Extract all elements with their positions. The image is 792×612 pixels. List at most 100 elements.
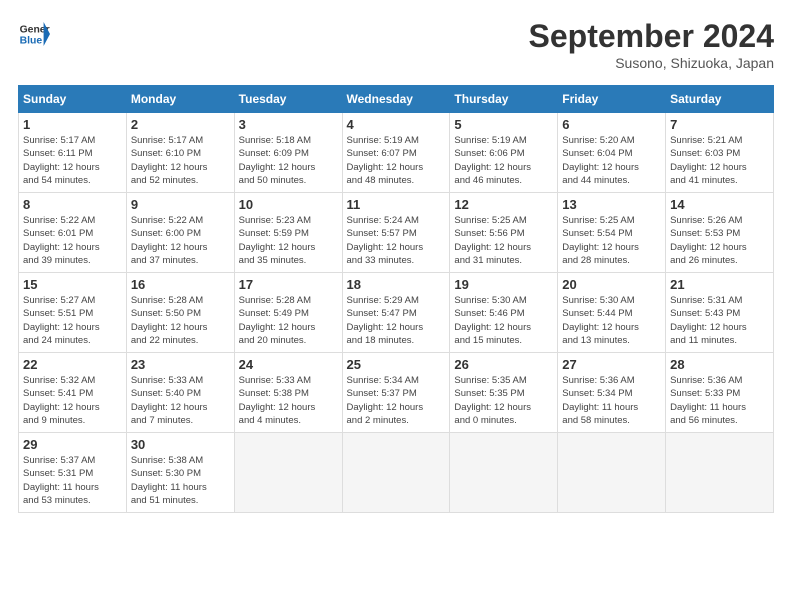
day-number: 28 (670, 357, 769, 372)
day-info: Sunrise: 5:31 AM Sunset: 5:43 PM Dayligh… (670, 294, 769, 347)
day-number: 19 (454, 277, 553, 292)
day-info: Sunrise: 5:25 AM Sunset: 5:54 PM Dayligh… (562, 214, 661, 267)
location-subtitle: Susono, Shizuoka, Japan (529, 55, 774, 71)
day-number: 7 (670, 117, 769, 132)
day-number: 5 (454, 117, 553, 132)
day-info: Sunrise: 5:19 AM Sunset: 6:06 PM Dayligh… (454, 134, 553, 187)
column-header-wednesday: Wednesday (342, 86, 450, 113)
calendar-cell: 4 Sunrise: 5:19 AM Sunset: 6:07 PM Daylig… (342, 113, 450, 193)
day-info: Sunrise: 5:30 AM Sunset: 5:46 PM Dayligh… (454, 294, 553, 347)
calendar-cell: 20Sunrise: 5:30 AM Sunset: 5:44 PM Dayli… (558, 273, 666, 353)
column-header-sunday: Sunday (19, 86, 127, 113)
day-number: 12 (454, 197, 553, 212)
calendar-cell: 13Sunrise: 5:25 AM Sunset: 5:54 PM Dayli… (558, 193, 666, 273)
day-number: 15 (23, 277, 122, 292)
column-header-thursday: Thursday (450, 86, 558, 113)
day-number: 30 (131, 437, 230, 452)
day-number: 20 (562, 277, 661, 292)
day-info: Sunrise: 5:27 AM Sunset: 5:51 PM Dayligh… (23, 294, 122, 347)
day-info: Sunrise: 5:28 AM Sunset: 5:50 PM Dayligh… (131, 294, 230, 347)
day-info: Sunrise: 5:17 AM Sunset: 6:11 PM Dayligh… (23, 134, 122, 187)
calendar-cell: 29 Sunrise: 5:37 AM Sunset: 5:31 PM Dayli… (19, 433, 127, 513)
calendar-cell: 17 Sunrise: 5:28 AM Sunset: 5:49 PM Dayli… (234, 273, 342, 353)
day-info: Sunrise: 5:19 AM Sunset: 6:07 PM Dayligh… (347, 134, 446, 187)
day-info: Sunrise: 5:26 AM Sunset: 5:53 PM Dayligh… (670, 214, 769, 267)
calendar-cell (450, 433, 558, 513)
calendar-cell: 15 Sunrise: 5:27 AM Sunset: 5:51 PM Dayli… (19, 273, 127, 353)
day-info: Sunrise: 5:21 AM Sunset: 6:03 PM Dayligh… (670, 134, 769, 187)
calendar-cell: 14 Sunrise: 5:26 AM Sunset: 5:53 PM Dayli… (666, 193, 774, 273)
calendar-cell: 28 Sunrise: 5:36 AM Sunset: 5:33 PM Dayli… (666, 353, 774, 433)
day-number: 3 (239, 117, 338, 132)
day-number: 6 (562, 117, 661, 132)
calendar-cell: 11 Sunrise: 5:24 AM Sunset: 5:57 PM Dayli… (342, 193, 450, 273)
day-number: 10 (239, 197, 338, 212)
calendar-cell: 26 Sunrise: 5:35 AM Sunset: 5:35 PM Dayli… (450, 353, 558, 433)
day-info: Sunrise: 5:23 AM Sunset: 5:59 PM Dayligh… (239, 214, 338, 267)
calendar-cell: 7 Sunrise: 5:21 AM Sunset: 6:03 PM Daylig… (666, 113, 774, 193)
calendar-cell: 21 Sunrise: 5:31 AM Sunset: 5:43 PM Dayli… (666, 273, 774, 353)
day-info: Sunrise: 5:17 AM Sunset: 6:10 PM Dayligh… (131, 134, 230, 187)
day-info: Sunrise: 5:33 AM Sunset: 5:40 PM Dayligh… (131, 374, 230, 427)
calendar-cell: 6 Sunrise: 5:20 AM Sunset: 6:04 PM Daylig… (558, 113, 666, 193)
day-info: Sunrise: 5:37 AM Sunset: 5:31 PM Dayligh… (23, 454, 122, 507)
day-info: Sunrise: 5:29 AM Sunset: 5:47 PM Dayligh… (347, 294, 446, 347)
day-info: Sunrise: 5:20 AM Sunset: 6:04 PM Dayligh… (562, 134, 661, 187)
calendar-cell (342, 433, 450, 513)
day-number: 18 (347, 277, 446, 292)
calendar-cell (234, 433, 342, 513)
calendar-cell: 8Sunrise: 5:22 AM Sunset: 6:01 PM Daylig… (19, 193, 127, 273)
day-info: Sunrise: 5:36 AM Sunset: 5:34 PM Dayligh… (562, 374, 661, 427)
day-number: 14 (670, 197, 769, 212)
calendar-cell: 2 Sunrise: 5:17 AM Sunset: 6:10 PM Daylig… (126, 113, 234, 193)
day-info: Sunrise: 5:18 AM Sunset: 6:09 PM Dayligh… (239, 134, 338, 187)
day-number: 16 (131, 277, 230, 292)
day-info: Sunrise: 5:35 AM Sunset: 5:35 PM Dayligh… (454, 374, 553, 427)
calendar-cell: 25 Sunrise: 5:34 AM Sunset: 5:37 PM Dayli… (342, 353, 450, 433)
day-number: 26 (454, 357, 553, 372)
calendar-cell: 19 Sunrise: 5:30 AM Sunset: 5:46 PM Dayli… (450, 273, 558, 353)
calendar-cell: 24 Sunrise: 5:33 AM Sunset: 5:38 PM Dayli… (234, 353, 342, 433)
calendar-cell: 27 Sunrise: 5:36 AM Sunset: 5:34 PM Dayli… (558, 353, 666, 433)
column-header-monday: Monday (126, 86, 234, 113)
day-info: Sunrise: 5:22 AM Sunset: 6:00 PM Dayligh… (131, 214, 230, 267)
day-number: 11 (347, 197, 446, 212)
calendar-week-4: 29 Sunrise: 5:37 AM Sunset: 5:31 PM Dayli… (19, 433, 774, 513)
day-info: Sunrise: 5:24 AM Sunset: 5:57 PM Dayligh… (347, 214, 446, 267)
day-number: 21 (670, 277, 769, 292)
calendar-cell: 1Sunrise: 5:17 AM Sunset: 6:11 PM Daylig… (19, 113, 127, 193)
day-info: Sunrise: 5:25 AM Sunset: 5:56 PM Dayligh… (454, 214, 553, 267)
month-title: September 2024 (529, 18, 774, 55)
day-number: 24 (239, 357, 338, 372)
day-number: 8 (23, 197, 122, 212)
day-info: Sunrise: 5:38 AM Sunset: 5:30 PM Dayligh… (131, 454, 230, 507)
calendar-week-3: 22 Sunrise: 5:32 AM Sunset: 5:41 PM Dayli… (19, 353, 774, 433)
calendar-cell: 9Sunrise: 5:22 AM Sunset: 6:00 PM Daylig… (126, 193, 234, 273)
day-number: 22 (23, 357, 122, 372)
calendar-cell: 18 Sunrise: 5:29 AM Sunset: 5:47 PM Dayli… (342, 273, 450, 353)
calendar-cell: 30 Sunrise: 5:38 AM Sunset: 5:30 PM Dayli… (126, 433, 234, 513)
svg-text:Blue: Blue (20, 36, 43, 47)
calendar-cell: 3 Sunrise: 5:18 AM Sunset: 6:09 PM Daylig… (234, 113, 342, 193)
calendar-week-2: 15 Sunrise: 5:27 AM Sunset: 5:51 PM Dayli… (19, 273, 774, 353)
logo: General Blue (18, 18, 50, 50)
calendar-cell: 23 Sunrise: 5:33 AM Sunset: 5:40 PM Dayli… (126, 353, 234, 433)
column-header-saturday: Saturday (666, 86, 774, 113)
day-info: Sunrise: 5:28 AM Sunset: 5:49 PM Dayligh… (239, 294, 338, 347)
calendar-cell (666, 433, 774, 513)
day-info: Sunrise: 5:33 AM Sunset: 5:38 PM Dayligh… (239, 374, 338, 427)
column-header-friday: Friday (558, 86, 666, 113)
day-info: Sunrise: 5:34 AM Sunset: 5:37 PM Dayligh… (347, 374, 446, 427)
day-number: 23 (131, 357, 230, 372)
logo-icon: General Blue (18, 18, 50, 50)
day-number: 25 (347, 357, 446, 372)
day-number: 29 (23, 437, 122, 452)
day-info: Sunrise: 5:32 AM Sunset: 5:41 PM Dayligh… (23, 374, 122, 427)
day-number: 4 (347, 117, 446, 132)
day-number: 17 (239, 277, 338, 292)
day-number: 27 (562, 357, 661, 372)
calendar-cell: 16 Sunrise: 5:28 AM Sunset: 5:50 PM Dayli… (126, 273, 234, 353)
day-info: Sunrise: 5:36 AM Sunset: 5:33 PM Dayligh… (670, 374, 769, 427)
day-number: 2 (131, 117, 230, 132)
calendar-cell: 22 Sunrise: 5:32 AM Sunset: 5:41 PM Dayli… (19, 353, 127, 433)
